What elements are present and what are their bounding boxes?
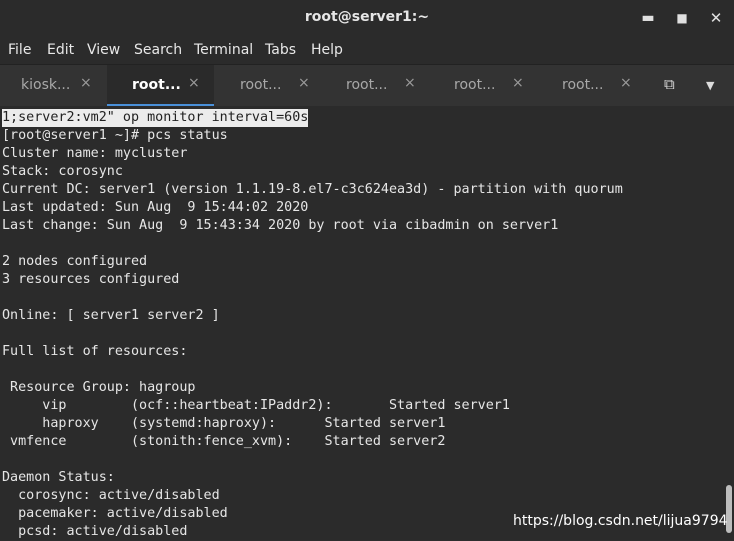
tab-root[interactable]: root... × bbox=[535, 65, 642, 107]
watermark: https://blog.csdn.net/lijua9794 bbox=[513, 513, 728, 529]
terminal-line: vip (ocf::heartbeat:IPaddr2): Started se… bbox=[2, 398, 510, 413]
terminal-line: Resource Group: hagroup bbox=[2, 380, 196, 395]
terminal-line: Last updated: Sun Aug 9 15:44:02 2020 bbox=[2, 200, 309, 215]
window-title: root@server1:~ bbox=[304, 9, 430, 25]
menu-edit[interactable]: Edit bbox=[47, 42, 74, 58]
terminal-line: pacemaker: active/disabled bbox=[2, 506, 228, 521]
tab-close-icon[interactable]: × bbox=[188, 75, 200, 91]
menu-terminal[interactable]: Terminal bbox=[194, 42, 253, 58]
menu-file[interactable]: File bbox=[8, 42, 31, 58]
terminal-line: [root@server1 ~]# pcs status bbox=[2, 128, 228, 143]
tab-close-icon[interactable]: × bbox=[80, 75, 92, 91]
terminal-line: Online: [ server1 server2 ] bbox=[2, 308, 220, 323]
terminal-line: Stack: corosync bbox=[2, 164, 123, 179]
terminal-line: 2 nodes configured bbox=[2, 254, 148, 269]
tab-label: root... bbox=[240, 77, 282, 93]
tab-close-icon[interactable]: × bbox=[404, 75, 416, 91]
tab-label: root... bbox=[562, 77, 604, 93]
tab-bar: kiosk... × root... × root... × root... ×… bbox=[0, 64, 734, 107]
terminal-line: Current DC: server1 (version 1.1.19-8.el… bbox=[2, 182, 623, 197]
tab-close-icon[interactable]: × bbox=[512, 75, 524, 91]
tab-close-icon[interactable]: × bbox=[620, 75, 632, 91]
close-icon[interactable]: ✕ bbox=[706, 8, 726, 28]
terminal-line: corosync: active/disabled bbox=[2, 488, 220, 503]
tab-root[interactable]: root... × bbox=[428, 65, 535, 107]
terminal-output[interactable]: 1;server2:vm2" op monitor interval=60s [… bbox=[0, 106, 734, 540]
terminal-line: 3 resources configured bbox=[2, 272, 180, 287]
terminal-line: Cluster name: mycluster bbox=[2, 146, 188, 161]
tab-label: kiosk... bbox=[21, 77, 71, 93]
tab-root[interactable]: root... × bbox=[214, 65, 321, 107]
terminal-line: haproxy (systemd:haproxy): Started serve… bbox=[2, 416, 446, 431]
tab-label: root... bbox=[454, 77, 496, 93]
tab-root[interactable]: root... × bbox=[321, 65, 428, 107]
maximize-icon[interactable]: ■ bbox=[672, 8, 692, 28]
minimize-icon[interactable]: ▬ bbox=[638, 8, 658, 28]
tab-label: root... bbox=[132, 77, 181, 93]
new-tab-icon[interactable]: ⧉ bbox=[664, 75, 675, 93]
terminal-line: Daemon Status: bbox=[2, 470, 115, 485]
menu-view[interactable]: View bbox=[87, 42, 120, 58]
terminal-line-selected: 1;server2:vm2" op monitor interval=60s bbox=[2, 109, 309, 127]
menu-bar: File Edit View Search Terminal Tabs Help bbox=[0, 36, 734, 64]
tab-root-active[interactable]: root... × bbox=[107, 65, 214, 107]
menu-search[interactable]: Search bbox=[134, 42, 182, 58]
terminal-line: vmfence (stonith:fence_xvm): Started ser… bbox=[2, 434, 446, 449]
title-bar: root@server1:~ ▬ ■ ✕ bbox=[0, 0, 734, 36]
chevron-down-icon[interactable]: ▼ bbox=[706, 79, 714, 92]
terminal-line: Last change: Sun Aug 9 15:43:34 2020 by … bbox=[2, 218, 559, 233]
terminal-line: Full list of resources: bbox=[2, 344, 188, 359]
tab-label: root... bbox=[346, 77, 388, 93]
menu-tabs[interactable]: Tabs bbox=[265, 42, 296, 58]
menu-help[interactable]: Help bbox=[311, 42, 343, 58]
tab-close-icon[interactable]: × bbox=[298, 75, 310, 91]
tab-kiosk[interactable]: kiosk... × bbox=[0, 65, 107, 107]
terminal-line: pcsd: active/disabled bbox=[2, 524, 188, 539]
